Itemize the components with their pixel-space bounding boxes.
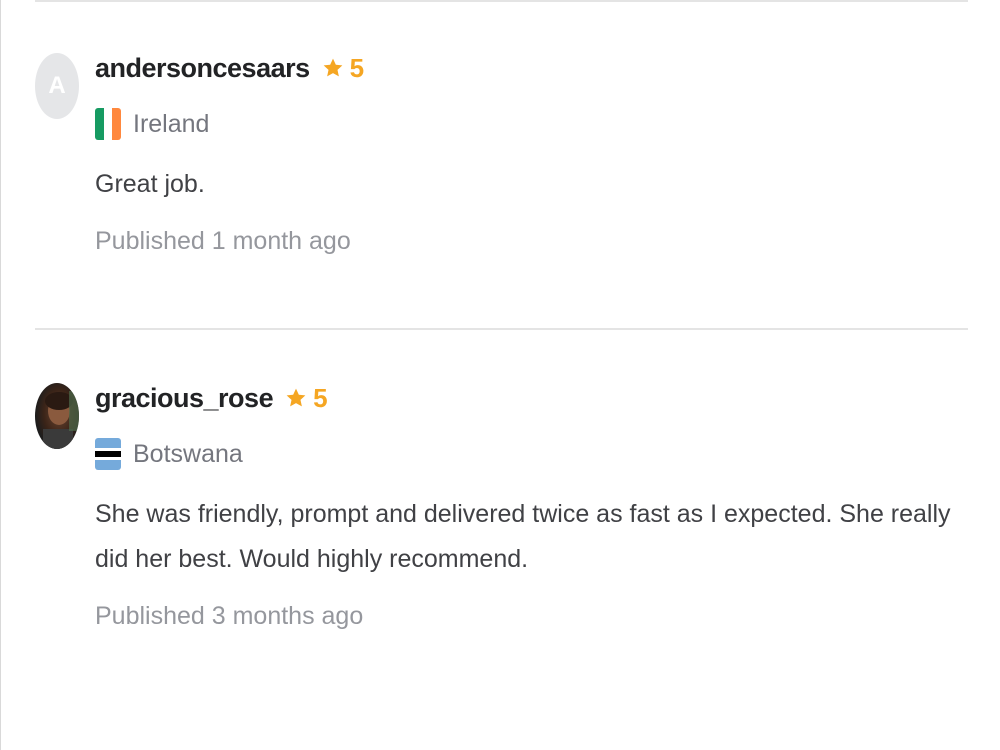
reviews-panel: A andersoncesaars 5 Ireland Great job. P… bbox=[0, 0, 1000, 750]
review-content: gracious_rose 5 Botswana She was friendl… bbox=[95, 370, 968, 636]
avatar-photo bbox=[43, 391, 79, 449]
review-content: andersoncesaars 5 Ireland Great job. Pub… bbox=[95, 40, 968, 261]
rating: 5 bbox=[285, 382, 328, 414]
country-row: Botswana bbox=[95, 426, 968, 482]
country-row: Ireland bbox=[95, 96, 968, 152]
review-text: Great job. bbox=[95, 170, 205, 198]
botswana-flag-icon bbox=[95, 438, 121, 470]
ireland-flag-icon bbox=[95, 108, 121, 140]
rating-value: 5 bbox=[349, 52, 365, 83]
avatar-letter: A bbox=[48, 72, 66, 99]
review-header: andersoncesaars 5 bbox=[95, 40, 968, 96]
username[interactable]: gracious_rose bbox=[95, 383, 274, 414]
published-date: Published 1 month ago bbox=[95, 227, 351, 255]
review-divider bbox=[35, 328, 968, 330]
review-header: gracious_rose 5 bbox=[95, 370, 968, 426]
star-icon bbox=[286, 388, 306, 407]
top-divider bbox=[35, 0, 968, 2]
username[interactable]: andersoncesaars bbox=[95, 53, 310, 84]
rating: 5 bbox=[322, 53, 364, 84]
review-text: She was friendly, prompt and delivered t… bbox=[95, 500, 951, 573]
country-name: Botswana bbox=[133, 439, 243, 468]
avatar[interactable] bbox=[35, 383, 79, 449]
rating-value: 5 bbox=[313, 382, 328, 413]
avatar[interactable]: A bbox=[35, 53, 79, 119]
country-name: Ireland bbox=[133, 109, 210, 138]
published-date: Published 3 months ago bbox=[95, 602, 364, 630]
star-icon bbox=[323, 58, 342, 77]
